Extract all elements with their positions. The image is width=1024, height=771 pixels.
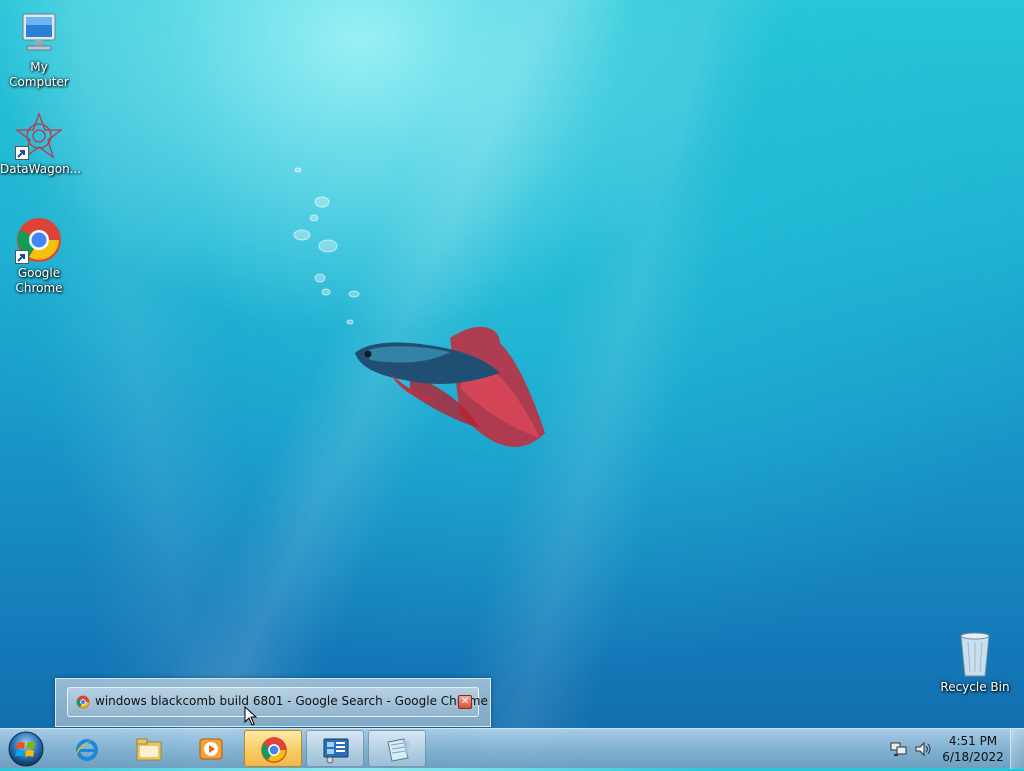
taskbar-control-panel[interactable] — [306, 730, 364, 767]
file-explorer-icon — [136, 738, 162, 761]
computer-icon — [15, 10, 63, 58]
desktop-icon-my-computer[interactable]: My Computer — [0, 10, 78, 90]
chrome-icon — [261, 737, 287, 763]
desktop-icon-label: Recycle Bin — [940, 680, 1010, 694]
taskbar-internet-explorer[interactable] — [58, 730, 116, 767]
volume-icon[interactable] — [914, 741, 932, 757]
preview-close-button[interactable]: ✕ — [458, 695, 472, 709]
taskbar-google-chrome[interactable] — [244, 730, 302, 767]
clock-time: 4:51 PM — [948, 734, 998, 748]
mouse-cursor-icon — [244, 706, 258, 726]
windows-start-icon — [8, 731, 44, 767]
recycle-bin-icon — [951, 630, 999, 678]
start-button[interactable] — [6, 731, 46, 767]
preview-window-title: windows blackcomb build 6801 - Google Se… — [95, 694, 488, 708]
taskbar-notepad[interactable] — [368, 730, 426, 767]
tray-clock[interactable]: 4:51 PM 6/18/2022 — [938, 733, 1008, 765]
chrome-icon — [15, 216, 63, 264]
datawagon-icon — [15, 112, 63, 160]
wallpaper-fish — [355, 326, 545, 447]
media-player-icon — [199, 738, 223, 760]
desktop-icon-datawagon[interactable]: DataWagon... — [0, 112, 82, 177]
shortcut-arrow-icon — [15, 250, 29, 264]
desktop-icon-label: DataWagon... — [0, 162, 82, 176]
chrome-icon — [76, 695, 90, 709]
desktop-icon-label: My Computer — [9, 60, 69, 89]
clock-date: 6/18/2022 — [942, 750, 1004, 764]
desktop-icon-google-chrome[interactable]: Google Chrome — [0, 216, 78, 296]
notepad-icon — [387, 738, 410, 762]
control-panel-icon — [323, 738, 349, 764]
taskbar-media-player[interactable] — [182, 730, 240, 767]
taskbar: 4:51 PM 6/18/2022 — [0, 728, 1024, 769]
taskbar-file-explorer[interactable] — [120, 730, 178, 767]
shortcut-arrow-icon — [15, 146, 29, 160]
wallpaper-bubbles — [293, 167, 360, 325]
desktop-icon-label: Google Chrome — [15, 266, 63, 295]
taskbar-preview-popup: windows blackcomb build 6801 - Google Se… — [55, 678, 491, 727]
network-icon[interactable] — [890, 741, 908, 757]
desktop-icon-recycle-bin[interactable]: Recycle Bin — [936, 630, 1014, 695]
taskbar-preview-item[interactable]: windows blackcomb build 6801 - Google Se… — [67, 687, 488, 717]
show-desktop-button[interactable] — [1010, 729, 1024, 769]
internet-explorer-icon — [75, 738, 99, 761]
